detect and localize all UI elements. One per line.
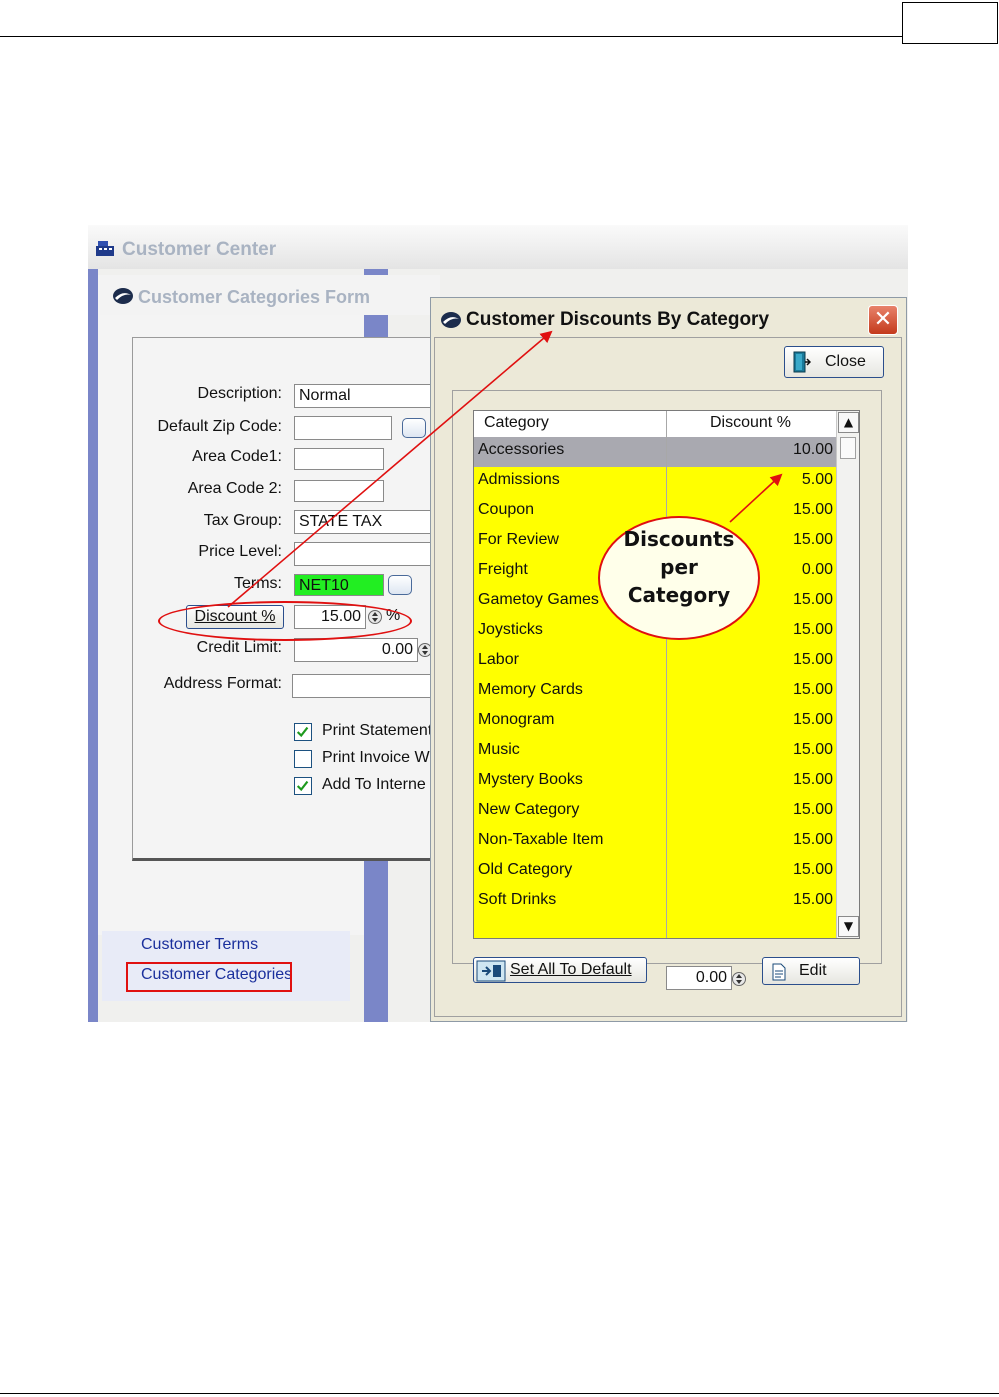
- annotation-arrows: [227, 330, 783, 608]
- arrow-to-dialog: [227, 330, 553, 608]
- arrow-to-discounts: [729, 473, 783, 523]
- page-header-rule: [0, 36, 902, 37]
- page-number-box: [902, 2, 998, 44]
- screenshot: Customer Center Customer Categories Form…: [88, 225, 908, 1022]
- page-footer-rule: [0, 1393, 999, 1394]
